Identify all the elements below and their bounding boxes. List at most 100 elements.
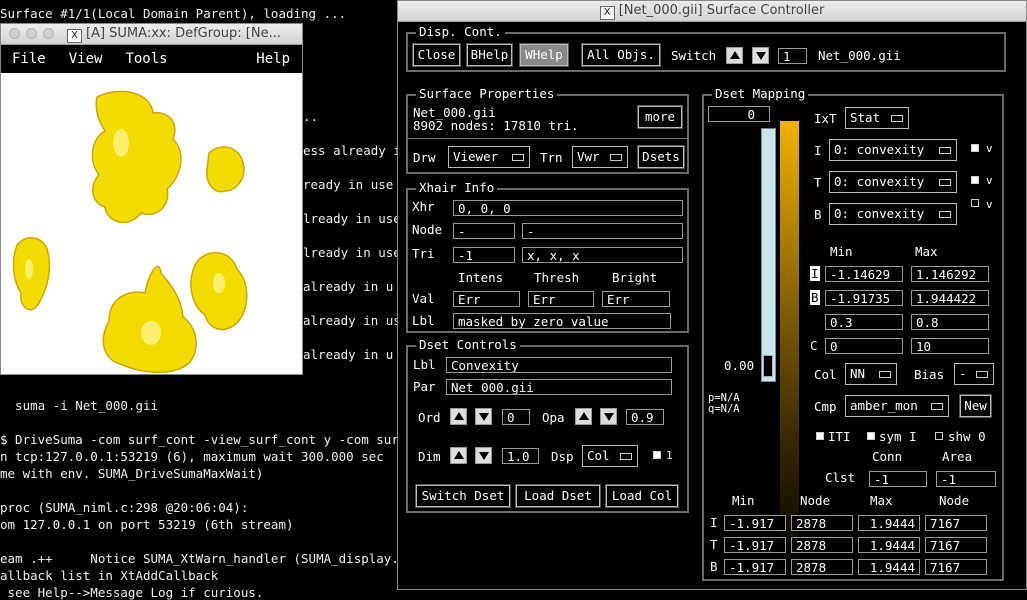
colorbar-top-field[interactable]: 0 xyxy=(708,106,770,122)
iti-checkbox[interactable] xyxy=(816,432,824,440)
colorbar-bottom-value: 0.00 xyxy=(724,358,755,373)
all-objs-button[interactable]: All Objs. xyxy=(581,43,661,67)
surface-stats-label: 8902 nodes: 17810 tri. xyxy=(413,118,579,133)
area-field[interactable]: -1 xyxy=(936,471,996,487)
dset-controls-group: Dset Controls Lbl Convexity Par Net_000.… xyxy=(406,338,689,513)
controller-titlebar[interactable]: X [Net_000.gii] Surface Controller xyxy=(398,1,1026,22)
ixt-dropdown[interactable]: Stat xyxy=(845,107,909,129)
terminal-line: .. xyxy=(303,109,319,124)
conn-header: Conn xyxy=(872,449,903,464)
opa-field[interactable]: 0.9 xyxy=(626,409,664,425)
drw-dropdown[interactable]: Viewer xyxy=(448,146,530,168)
c-min-field[interactable]: 0 xyxy=(825,338,903,354)
sym-label: sym I xyxy=(879,429,917,444)
minimize-window-button[interactable] xyxy=(26,28,37,39)
dsp-dropdown[interactable]: Col xyxy=(582,445,638,467)
c-max-field[interactable]: 10 xyxy=(911,338,989,354)
i-max-field[interactable]: 1.146292 xyxy=(911,266,989,282)
dropdown-indicator-icon xyxy=(976,371,988,378)
ord-field[interactable]: 0 xyxy=(502,409,530,425)
t-dropdown[interactable]: 0: convexity xyxy=(829,171,957,193)
b-v-label: v xyxy=(986,198,993,211)
whelp-button[interactable]: WHelp xyxy=(519,43,569,67)
i-v-checkbox[interactable] xyxy=(971,144,979,152)
val-thresh-field: Err xyxy=(528,291,594,307)
b-max-field[interactable]: 1.944422 xyxy=(911,290,989,306)
sym-checkbox[interactable] xyxy=(867,432,875,440)
shw-checkbox[interactable] xyxy=(935,432,943,440)
terminal-line: proc (SUMA_niml.c:298 @20:06:04): xyxy=(0,500,249,515)
b-min-field[interactable]: -1.91735 xyxy=(825,290,903,306)
menu-tools[interactable]: Tools xyxy=(125,51,167,67)
t-v-checkbox[interactable] xyxy=(971,176,979,184)
bias-dropdown[interactable]: - xyxy=(954,363,994,385)
table-cell-max: 1.9444 xyxy=(858,537,920,553)
surface-render-canvas[interactable] xyxy=(1,73,302,374)
dim-field[interactable]: 1.0 xyxy=(502,448,539,464)
bhelp-button[interactable]: BHelp xyxy=(466,43,513,67)
opa-up-arrow-icon[interactable] xyxy=(575,408,592,425)
terminal-line: ready in use xyxy=(303,177,394,192)
tri-field[interactable]: -1 xyxy=(453,247,515,263)
switch-down-arrow-icon[interactable] xyxy=(752,47,769,64)
more-button[interactable]: more xyxy=(637,105,683,129)
switch-up-arrow-icon[interactable] xyxy=(726,47,743,64)
close-window-button[interactable] xyxy=(9,28,20,39)
intens-header: Intens xyxy=(458,270,504,285)
drw-label: Drw xyxy=(413,150,436,165)
menu-help[interactable]: Help xyxy=(256,51,290,67)
i-dropdown[interactable]: 0: convexity xyxy=(829,139,957,161)
close-button[interactable]: Close xyxy=(412,43,461,67)
min-header: Min xyxy=(830,244,853,259)
val-intens-field: Err xyxy=(453,291,520,307)
trn-dropdown[interactable]: Vwr xyxy=(572,146,628,168)
area-header: Area xyxy=(942,449,973,464)
ord-down-arrow-icon[interactable] xyxy=(475,408,492,425)
table-header-max: Max xyxy=(870,493,893,508)
opa-down-arrow-icon[interactable] xyxy=(600,408,617,425)
dim-up-arrow-icon[interactable] xyxy=(450,447,467,464)
table-header-node: Node xyxy=(800,493,831,508)
col-dropdown[interactable]: NN xyxy=(845,363,897,385)
b-range-label[interactable]: B xyxy=(810,290,820,305)
load-col-button[interactable]: Load Col xyxy=(605,484,679,508)
terminal-line: eam .++ Notice SUMA_XtWarn_handler (SUMA… xyxy=(0,551,422,566)
table-cell-max: 1.9444 xyxy=(858,559,920,575)
zoom-window-button[interactable] xyxy=(43,28,54,39)
menu-file[interactable]: File xyxy=(12,51,46,67)
switch-dset-button[interactable]: Switch Dset xyxy=(415,484,511,508)
i-range-label[interactable]: I xyxy=(810,266,820,281)
dsp-checkbox[interactable] xyxy=(653,451,661,459)
col-label: Col xyxy=(814,367,837,382)
bright-min-field[interactable]: 0.3 xyxy=(825,314,903,330)
b-sel-label: B xyxy=(814,207,822,222)
load-dset-button[interactable]: Load Dset xyxy=(515,484,601,508)
b-v-checkbox[interactable] xyxy=(971,199,979,207)
xhr-label: Xhr xyxy=(412,199,435,214)
node-field[interactable]: - xyxy=(453,223,515,239)
table-cell-max-node: 7167 xyxy=(925,515,987,531)
new-colormap-button[interactable]: New xyxy=(959,394,992,418)
conn-field[interactable]: -1 xyxy=(869,471,927,487)
menu-view[interactable]: View xyxy=(69,51,103,67)
switch-index-field[interactable]: 1 xyxy=(778,48,807,64)
cmp-dropdown[interactable]: amber_mon xyxy=(845,395,949,417)
b-dropdown[interactable]: 0: convexity xyxy=(829,203,957,225)
node-info-field: - xyxy=(522,223,683,239)
dset-lbl-field[interactable]: Convexity xyxy=(446,357,672,373)
ord-up-arrow-icon[interactable] xyxy=(450,408,467,425)
threshold-slider-track[interactable] xyxy=(761,128,776,382)
colorbar[interactable] xyxy=(780,121,799,571)
viewer-titlebar[interactable]: X [A] SUMA:xx: DefGroup: [Ne... xyxy=(1,24,302,45)
threshold-slider-thumb[interactable] xyxy=(763,355,773,377)
iti-label: ITI xyxy=(828,429,851,444)
dim-down-arrow-icon[interactable] xyxy=(475,447,492,464)
divider xyxy=(408,138,687,139)
x11-icon: X xyxy=(599,6,615,20)
par-field: Net_000.gii xyxy=(446,379,672,395)
xhr-field[interactable]: 0, 0, 0 xyxy=(453,200,683,216)
terminal-line: me with env. SUMA_DriveSumaMaxWait) xyxy=(0,466,264,481)
i-min-field[interactable]: -1.14629 xyxy=(825,266,903,282)
bright-max-field[interactable]: 0.8 xyxy=(911,314,989,330)
dsets-button[interactable]: Dsets xyxy=(637,145,685,169)
